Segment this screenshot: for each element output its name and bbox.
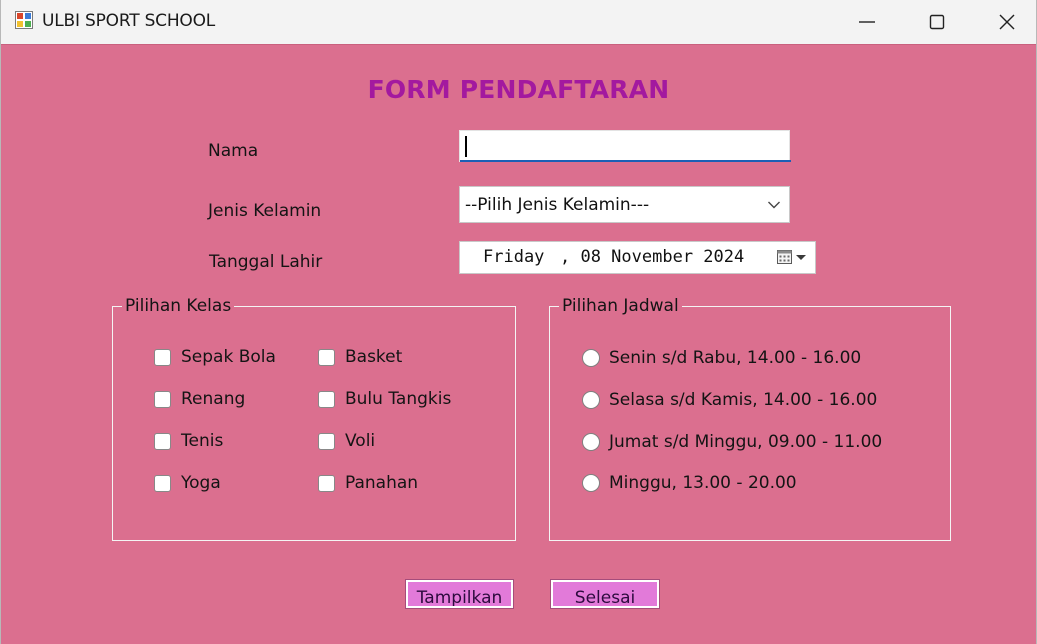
checkbox-basket[interactable] (318, 349, 335, 366)
checkbox-voli[interactable] (318, 433, 335, 450)
tampilkan-button[interactable]: Tampilkan (406, 580, 513, 608)
app-icon (15, 11, 33, 29)
checkbox-label: Sepak Bola (181, 347, 276, 367)
radio-label: Minggu, 13.00 - 20.00 (609, 473, 797, 493)
date-value: , 08 November 2024 (560, 247, 745, 267)
radio-jadwal-3[interactable] (582, 433, 600, 451)
pilihan-jadwal-legend: Pilihan Jadwal (559, 297, 682, 316)
focus-underline (460, 160, 791, 162)
pilihan-kelas-legend: Pilihan Kelas (122, 297, 235, 316)
radio-jadwal-4[interactable] (582, 474, 600, 492)
checkbox-label: Panahan (345, 473, 419, 493)
radio-jadwal-1[interactable] (582, 349, 600, 367)
text-caret (465, 136, 467, 157)
jenis-kelamin-selected: --Pilih Jenis Kelamin--- (465, 195, 650, 215)
checkbox-label: Renang (181, 389, 246, 409)
form-title: FORM PENDAFTARAN (367, 75, 670, 104)
jenis-kelamin-label: Jenis Kelamin (208, 201, 322, 221)
title-bar: ULBI SPORT SCHOOL (1, 0, 1036, 44)
checkbox-label: Basket (345, 347, 403, 367)
checkbox-yoga[interactable] (154, 475, 171, 492)
checkbox-panahan[interactable] (318, 475, 335, 492)
tanggal-lahir-picker[interactable]: Friday , 08 November 2024 (459, 241, 816, 274)
checkbox-tenis[interactable] (154, 433, 171, 450)
checkbox-sepak-bola[interactable] (154, 349, 171, 366)
jenis-kelamin-select[interactable]: --Pilih Jenis Kelamin--- (459, 186, 790, 223)
selesai-button[interactable]: Selesai (551, 580, 659, 608)
radio-label: Selasa s/d Kamis, 14.00 - 16.00 (609, 390, 878, 410)
checkbox-bulu-tangkis[interactable] (318, 391, 335, 408)
app-window: ULBI SPORT SCHOOL FORM PENDAFTARAN Nama … (0, 0, 1037, 644)
form-area: FORM PENDAFTARAN Nama Jenis Kelamin --Pi… (1, 44, 1036, 644)
calendar-dropdown-icon[interactable] (776, 248, 808, 266)
chevron-down-icon (768, 201, 780, 209)
minimize-button[interactable] (832, 0, 902, 44)
checkbox-label: Yoga (181, 473, 221, 493)
maximize-icon (929, 14, 945, 30)
nama-input[interactable] (459, 130, 791, 162)
checkbox-label: Bulu Tangkis (345, 389, 452, 409)
close-icon (999, 14, 1015, 30)
window-title: ULBI SPORT SCHOOL (42, 11, 216, 31)
checkbox-label: Voli (345, 431, 376, 451)
checkbox-renang[interactable] (154, 391, 171, 408)
radio-jadwal-2[interactable] (582, 391, 600, 409)
maximize-button[interactable] (902, 0, 972, 44)
checkbox-label: Tenis (181, 431, 224, 451)
pilihan-kelas-group: Pilihan Kelas Sepak Bola Basket Renang B… (112, 297, 516, 541)
close-button[interactable] (972, 0, 1036, 44)
radio-label: Jumat s/d Minggu, 09.00 - 11.00 (609, 432, 883, 452)
date-day: Friday (483, 247, 545, 267)
radio-label: Senin s/d Rabu, 14.00 - 16.00 (609, 348, 862, 368)
pilihan-jadwal-group: Pilihan Jadwal Senin s/d Rabu, 14.00 - 1… (549, 297, 951, 541)
nama-label: Nama (208, 141, 259, 161)
minimize-icon (859, 21, 875, 23)
tanggal-lahir-label: Tanggal Lahir (209, 252, 323, 272)
